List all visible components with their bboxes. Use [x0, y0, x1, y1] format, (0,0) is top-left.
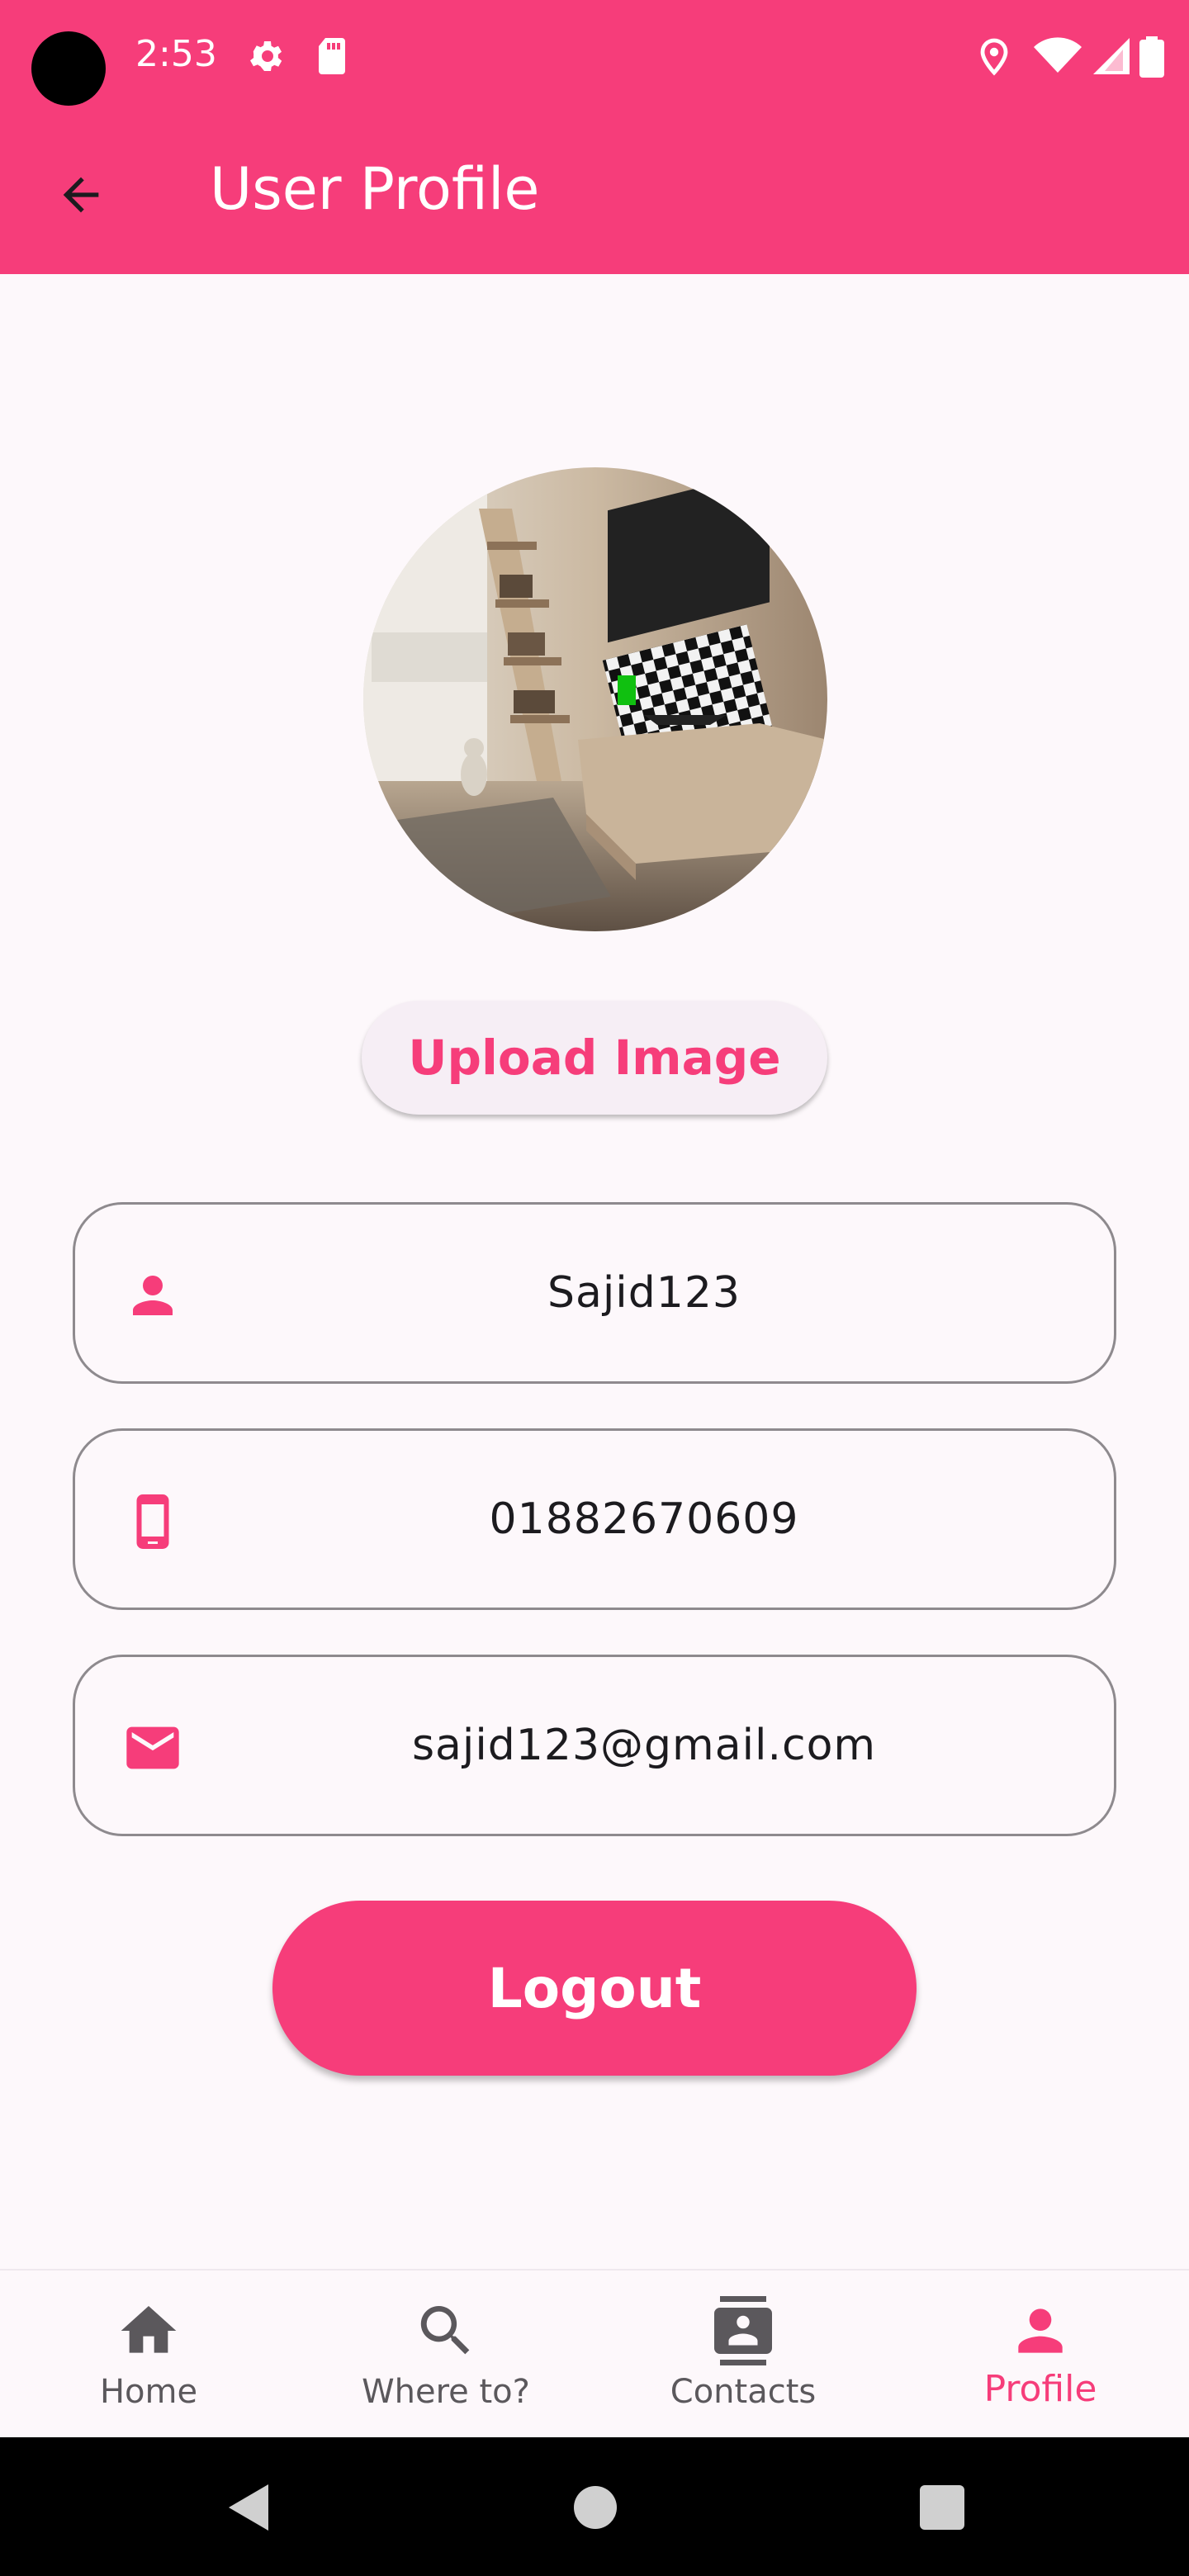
home-icon: [107, 2294, 190, 2368]
person-icon: [111, 1254, 194, 1337]
page-title: User Profile: [210, 155, 540, 223]
nav-label-home: Home: [99, 2373, 198, 2411]
email-field[interactable]: sajid123@gmail.com: [73, 1655, 1116, 1836]
status-bar: 2:53: [0, 0, 1189, 116]
nav-item-profile[interactable]: Profile: [892, 2271, 1189, 2439]
wifi-icon: [1034, 36, 1082, 79]
logout-button[interactable]: Logout: [272, 1901, 917, 2076]
nav-item-where-to[interactable]: Where to?: [297, 2271, 594, 2439]
phone-icon: [111, 1480, 194, 1563]
contacts-icon: [702, 2294, 784, 2368]
back-button[interactable]: [43, 159, 119, 234]
user-profile-screen: 2:53 User Profile Upload Image Sajid123 …: [0, 0, 1189, 2576]
search-icon: [405, 2294, 487, 2368]
person-icon: [999, 2294, 1082, 2368]
system-back-icon[interactable]: [220, 2479, 277, 2536]
system-home-icon[interactable]: [566, 2479, 624, 2536]
email-value: sajid123@gmail.com: [411, 1721, 877, 1770]
arrow-left-icon: [54, 168, 107, 225]
status-time: 2:53: [135, 33, 217, 75]
battery-icon: [1139, 36, 1164, 81]
mail-icon: [111, 1707, 194, 1789]
bottom-navigation: Home Where to? Contacts Profile: [0, 2269, 1189, 2437]
nav-item-home[interactable]: Home: [0, 2271, 297, 2439]
phone-value: 01882670609: [489, 1494, 799, 1544]
nav-label-profile: Profile: [983, 2368, 1097, 2410]
location-icon: [978, 36, 1011, 79]
nav-item-contacts[interactable]: Contacts: [594, 2271, 892, 2439]
phone-field[interactable]: 01882670609: [73, 1428, 1116, 1610]
system-recents-icon[interactable]: [913, 2479, 971, 2536]
profile-avatar: [363, 467, 827, 931]
app-bar: User Profile: [0, 116, 1189, 274]
settings-icon: [246, 36, 286, 79]
username-value: Sajid123: [547, 1268, 741, 1318]
sd-card-icon: [314, 36, 350, 79]
signal-icon: [1092, 36, 1131, 79]
camera-cutout: [31, 31, 106, 106]
system-navigation-bar: [0, 2437, 1189, 2576]
username-field[interactable]: Sajid123: [73, 1202, 1116, 1384]
nav-label-contacts: Contacts: [670, 2373, 817, 2411]
nav-label-where-to: Where to?: [362, 2373, 530, 2411]
upload-image-button[interactable]: Upload Image: [362, 1001, 827, 1115]
